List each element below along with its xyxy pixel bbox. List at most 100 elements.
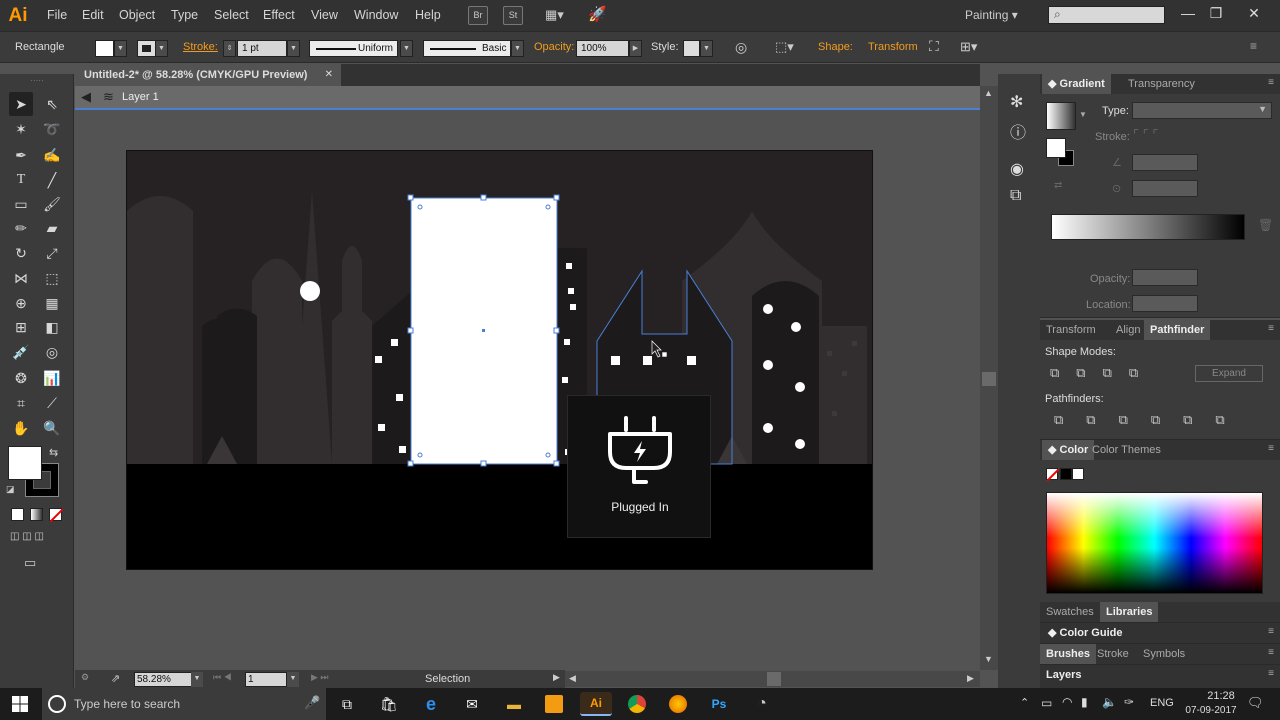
pen-ink-icon[interactable]: ✑: [1124, 695, 1134, 709]
tab-transparency[interactable]: Transparency: [1122, 74, 1201, 94]
stock-button[interactable]: St: [503, 6, 523, 25]
menu-object[interactable]: Object: [119, 0, 155, 31]
stroke-weight-dropdown[interactable]: ▼: [287, 40, 300, 57]
magic-wand-tool-icon[interactable]: ✶: [9, 117, 33, 141]
scale-tool-icon[interactable]: ⤢: [40, 241, 64, 265]
aspect-ratio-field[interactable]: [1132, 180, 1198, 197]
menu-edit[interactable]: Edit: [82, 0, 104, 31]
menu-file[interactable]: File: [47, 0, 67, 31]
stroke-weight-field[interactable]: 1 pt: [237, 40, 287, 57]
pathfinder-panel-menu-icon[interactable]: ≡: [1268, 323, 1274, 334]
scroll-up-icon[interactable]: ▲: [984, 88, 993, 98]
curvature-tool-icon[interactable]: ✍: [40, 143, 64, 167]
delete-stop-icon[interactable]: 🗑: [1258, 218, 1273, 232]
type-tool-icon[interactable]: T: [9, 168, 33, 192]
firefox-icon[interactable]: [662, 692, 694, 716]
photoshop-icon[interactable]: Ps: [703, 692, 735, 716]
document-tab[interactable]: Untitled-2* @ 58.28% (CMYK/GPU Preview) …: [75, 64, 341, 86]
width-tool-icon[interactable]: ⋈: [9, 266, 33, 290]
fill-swatch[interactable]: [95, 40, 114, 57]
artboard-dropdown[interactable]: ▼: [287, 672, 299, 687]
tab-brushes[interactable]: Brushes: [1040, 644, 1097, 664]
gradient-tool-icon[interactable]: ◧: [40, 315, 64, 339]
scroll-down-icon[interactable]: ▼: [984, 654, 993, 664]
drawing-modes-icon[interactable]: ◫ ◫ ◫: [10, 531, 66, 545]
artboards-panel-icon[interactable]: ⧉: [1010, 187, 1021, 205]
gradient-slider[interactable]: [1051, 214, 1245, 240]
artboard-tool-icon[interactable]: ⌗: [9, 391, 33, 415]
workspace-switcher[interactable]: Painting ▾: [965, 0, 1018, 31]
mesh-tool-icon[interactable]: ⊞: [9, 315, 33, 339]
zoom-dropdown[interactable]: ▼: [191, 672, 203, 687]
tab-transform[interactable]: Transform: [1040, 320, 1102, 340]
gradient-opacity-field[interactable]: [1132, 269, 1198, 286]
stroke-label[interactable]: Stroke:: [183, 41, 218, 53]
fill-color-box[interactable]: [8, 446, 42, 480]
language-indicator[interactable]: ENG: [1150, 697, 1174, 709]
back-arrow-icon[interactable]: ◀: [81, 89, 97, 105]
gradient-mode-icon[interactable]: [30, 508, 43, 521]
none-mode-icon[interactable]: [49, 508, 63, 522]
close-tab-icon[interactable]: ✕: [325, 64, 333, 86]
gradient-preview[interactable]: [1046, 102, 1076, 130]
zoom-field[interactable]: 58.28%: [134, 672, 194, 687]
free-transform-tool-icon[interactable]: ⬚: [40, 266, 64, 290]
opacity-dropdown[interactable]: ▶: [629, 40, 642, 57]
gradient-fill-box[interactable]: [1046, 138, 1066, 158]
paintbrush-tool-icon[interactable]: 🖌: [40, 192, 64, 216]
control-bar-menu-icon[interactable]: ≡: [1250, 39, 1257, 53]
vertical-scrollbar[interactable]: ▲ ▼: [980, 86, 998, 670]
info-panel-icon[interactable]: ⓘ: [1010, 119, 1026, 143]
minimize-button[interactable]: —: [1173, 2, 1203, 24]
horizontal-scroll-thumb[interactable]: [767, 672, 781, 686]
tab-stroke[interactable]: Stroke: [1091, 644, 1135, 664]
network-icon[interactable]: ▭: [1041, 696, 1052, 710]
direct-selection-tool-icon[interactable]: ⇖: [40, 92, 64, 116]
gradient-panel-menu-icon[interactable]: ≡: [1268, 77, 1274, 88]
angle-field[interactable]: [1132, 154, 1198, 171]
zoom-tool-icon[interactable]: 🔍: [40, 416, 64, 440]
style-swatch[interactable]: [683, 40, 700, 57]
symbols-panel-icon[interactable]: ✻: [1010, 92, 1023, 112]
restore-button[interactable]: ❐: [1201, 2, 1231, 24]
microphone-icon[interactable]: 🎤: [304, 695, 320, 711]
pathfinder-buttons[interactable]: ⧉⧉⧉⧉⧉⧉: [1054, 412, 1274, 428]
tab-color-guide[interactable]: ◆ Color Guide: [1042, 623, 1128, 643]
gpu-performance-icon[interactable]: 🚀: [588, 5, 608, 25]
isolate-icon[interactable]: ⛶: [929, 38, 939, 55]
shape-label[interactable]: Shape:: [818, 41, 853, 53]
gradient-type-select[interactable]: ▼: [1132, 102, 1272, 119]
tab-libraries[interactable]: Libraries: [1100, 602, 1159, 622]
stroke-gradient-options-icon[interactable]: ⌜ ⌜ ⌜: [1133, 127, 1213, 147]
tab-layers[interactable]: Layers: [1040, 665, 1087, 685]
blend-tool-icon[interactable]: ◎: [40, 340, 64, 364]
artboard[interactable]: Plugged In: [126, 150, 873, 570]
menu-select[interactable]: Select: [214, 0, 249, 31]
first-artboard-icon[interactable]: ⏮ ◀: [213, 672, 232, 683]
file-explorer-icon[interactable]: ▬: [498, 692, 530, 716]
artboard-number-field[interactable]: 1: [245, 672, 287, 687]
variable-width-profile[interactable]: Uniform: [309, 40, 398, 57]
style-dropdown[interactable]: ▼: [700, 40, 713, 57]
default-colors-icon[interactable]: ◪: [6, 484, 15, 495]
tab-gradient[interactable]: ◆ Gradient: [1042, 74, 1111, 94]
scroll-left-icon[interactable]: ◀: [569, 673, 576, 684]
tab-swatches[interactable]: Swatches: [1040, 602, 1100, 622]
horizontal-scrollbar[interactable]: ◀ ▶: [565, 671, 980, 687]
slice-tool-icon[interactable]: ⟋: [40, 391, 64, 415]
color-spectrum[interactable]: [1046, 492, 1263, 594]
black-swatch[interactable]: [1060, 468, 1072, 480]
brush-dropdown[interactable]: ▼: [511, 40, 524, 57]
arrange-documents-icon[interactable]: ▦▾: [545, 7, 573, 24]
gradient-preset-dropdown[interactable]: ▼: [1079, 110, 1087, 119]
align-to-icon[interactable]: ⬚▾: [775, 39, 794, 55]
status-menu-icon[interactable]: ▶: [553, 672, 560, 683]
eyedropper-tool-icon[interactable]: 💉: [9, 340, 33, 364]
stroke-stepper[interactable]: ⇕: [223, 40, 236, 57]
edge-icon[interactable]: e: [415, 692, 447, 716]
opacity-label[interactable]: Opacity:: [534, 41, 574, 53]
gradient-location-field[interactable]: [1132, 295, 1198, 312]
white-swatch[interactable]: [1072, 468, 1084, 480]
clock-time[interactable]: 21:28: [1192, 690, 1250, 702]
menu-effect[interactable]: Effect: [263, 0, 295, 31]
